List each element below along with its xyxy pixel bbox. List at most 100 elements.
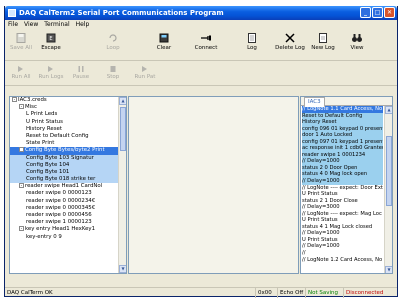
tree-item[interactable]: - reader swipe Head1 CardNol (10, 183, 126, 190)
run-pat-button[interactable]: Run Pat (129, 62, 161, 80)
tree-item-label: reader swipe 0 0000345€ (26, 204, 96, 211)
pause-icon (78, 66, 84, 72)
binoculars-icon (352, 34, 362, 42)
scroll-up-icon[interactable]: ▲ (119, 97, 126, 105)
tree-item-label: IAC3.creds (18, 97, 47, 103)
log-lines: // LogNote 1.1 Card Access, No Reset to D… (301, 106, 392, 263)
tree-item-label: key-entry 0 9 (26, 233, 62, 240)
tree-item-label: State Print (26, 140, 55, 147)
horizontal-scrollbar[interactable] (9, 274, 393, 280)
delete-log-button[interactable]: Delete Log (274, 31, 306, 51)
run-all-button[interactable]: Run All (5, 62, 37, 80)
loop-icon (109, 34, 117, 42)
app-icon (8, 9, 16, 17)
expand-toggle-icon[interactable]: - (19, 183, 24, 189)
tree-item[interactable]: - IAC3.creds (10, 97, 126, 104)
tree-item[interactable]: Config Byte 018 strike ter (10, 176, 126, 184)
loop-button[interactable]: Loop (97, 31, 129, 51)
scroll-down-icon[interactable]: ▼ (119, 265, 126, 273)
tree-item[interactable]: reader swipe 1 0000123 (10, 219, 126, 226)
window-title: DAQ CalTerm2 Serial Port Communications … (19, 9, 224, 17)
tree-item[interactable]: State Print (10, 140, 126, 147)
tree-scrollbar[interactable]: ▲ ▼ (118, 97, 126, 273)
escape-button[interactable]: E Escape (35, 31, 67, 51)
expand-toggle-icon[interactable]: - (19, 147, 24, 153)
tree-item[interactable]: - key entry Head1 HexKey1 (10, 226, 126, 233)
log-button[interactable]: Log (236, 31, 268, 51)
stop-button[interactable]: Stop (97, 62, 129, 80)
maximize-button[interactable]: □ (372, 7, 383, 18)
tree-item[interactable]: L Print Leds (10, 111, 126, 118)
tree-item[interactable]: reader swipe 0 0000123 (10, 190, 126, 197)
svg-text:E: E (49, 36, 52, 42)
scroll-down-icon[interactable]: ▼ (385, 266, 392, 273)
save-all-button[interactable]: Save All (5, 31, 37, 51)
run-all-icon (18, 66, 23, 72)
run-logs-icon (48, 66, 53, 72)
save-icon (16, 33, 26, 43)
tree-item[interactable]: Config Byte 104 (10, 161, 126, 169)
log-line: ac response init 1 cdb0 Granted (302, 145, 383, 152)
main-toolbar: Save All E Escape Loop Clear Connect Log… (5, 31, 397, 61)
tree-item[interactable]: reader swipe 0 0000456 (10, 212, 126, 219)
new-log-button[interactable]: New Log (307, 31, 339, 51)
log-icon (248, 33, 256, 43)
tree-item-label: Config Byte 018 strike ter (26, 176, 96, 183)
menu-file[interactable]: File (8, 20, 18, 30)
scroll-up-icon[interactable]: ▲ (385, 106, 392, 114)
tree-item[interactable]: key-entry 0 9 (10, 234, 126, 241)
pause-button[interactable]: Pause (65, 62, 97, 80)
status-connection: Disconnected (343, 288, 385, 298)
expand-toggle-icon[interactable]: - (19, 104, 24, 110)
delete-icon (285, 33, 295, 43)
tree-list: - IAC3.creds - Misc L Print Leds U Print Stat… (10, 97, 126, 241)
stop-icon (110, 66, 116, 72)
tree-item[interactable]: - Misc (10, 104, 126, 111)
tree-item-label: Config Byte 104 (26, 161, 70, 168)
log-pane: IAC3 // LogNote 1.1 Card Access, No Reset… (300, 96, 393, 274)
tree-item[interactable]: reader swipe 0 0000234€ (10, 198, 126, 205)
log-line: // LogNote 1.2 Card Access, No (302, 256, 383, 263)
tree-item-label: Config Byte 101 (26, 168, 70, 175)
tree-item-label: Config Byte Bytes/byte2 Print (25, 147, 105, 154)
tree-item-label: reader swipe 0 0000234€ (26, 197, 96, 204)
scroll-thumb[interactable] (120, 107, 126, 151)
tree-item[interactable]: Reset to Default Config (10, 133, 126, 140)
clear-button[interactable]: Clear (148, 31, 180, 51)
status-echo: Echo Off (277, 288, 305, 298)
minimize-button[interactable]: _ (360, 7, 371, 18)
status-code: 0x00 (255, 288, 274, 298)
tree-item[interactable]: U Print Status (10, 119, 126, 126)
tree-item[interactable]: - Config Byte Bytes/byte2 Print (10, 147, 126, 155)
command-tree[interactable]: - IAC3.creds - Misc L Print Leds U Print Stat… (9, 96, 127, 274)
center-pane (128, 96, 299, 274)
tree-item[interactable]: Config Byte 101 (10, 168, 126, 177)
tree-item-label: U Print Status (26, 118, 63, 125)
log-scrollbar[interactable]: ▲ ▼ (384, 106, 392, 273)
tree-item[interactable]: reader swipe 0 0000345€ (10, 205, 126, 212)
tree-item-label: reader swipe 0 0000456 (26, 212, 92, 218)
close-button[interactable]: ✕ (384, 7, 395, 18)
tree-item-label: reader swipe 1 0000123 (26, 219, 92, 226)
menu-help[interactable]: Help (76, 20, 90, 30)
status-app: DAQ CalTerm OK (7, 290, 53, 296)
scroll-thumb[interactable] (386, 136, 392, 206)
status-saving: Not Saving (305, 288, 340, 298)
tree-item-label: L Print Leds (26, 111, 58, 118)
title-bar[interactable]: DAQ CalTerm2 Serial Port Communications … (5, 6, 397, 20)
view-button[interactable]: View (341, 31, 373, 51)
clear-icon (159, 33, 169, 43)
run-toolbar: Run All Run Logs Pause Stop Run Pat (5, 62, 397, 86)
tree-item-label: Config Byte 103 Signatur (26, 154, 94, 161)
menu-terminal[interactable]: Terminal (44, 20, 69, 30)
menu-view[interactable]: View (24, 20, 38, 30)
tree-item[interactable]: History Reset (10, 126, 126, 133)
window-controls: _ □ ✕ (360, 7, 395, 18)
expand-toggle-icon[interactable]: - (12, 97, 17, 102)
tree-item[interactable]: Config Byte 103 Signatur (10, 154, 126, 162)
expand-toggle-icon[interactable]: - (19, 226, 24, 232)
connect-button[interactable]: Connect (190, 31, 222, 51)
run-logs-button[interactable]: Run Logs (35, 62, 67, 80)
new-log-icon (319, 33, 327, 43)
escape-icon: E (46, 33, 56, 43)
